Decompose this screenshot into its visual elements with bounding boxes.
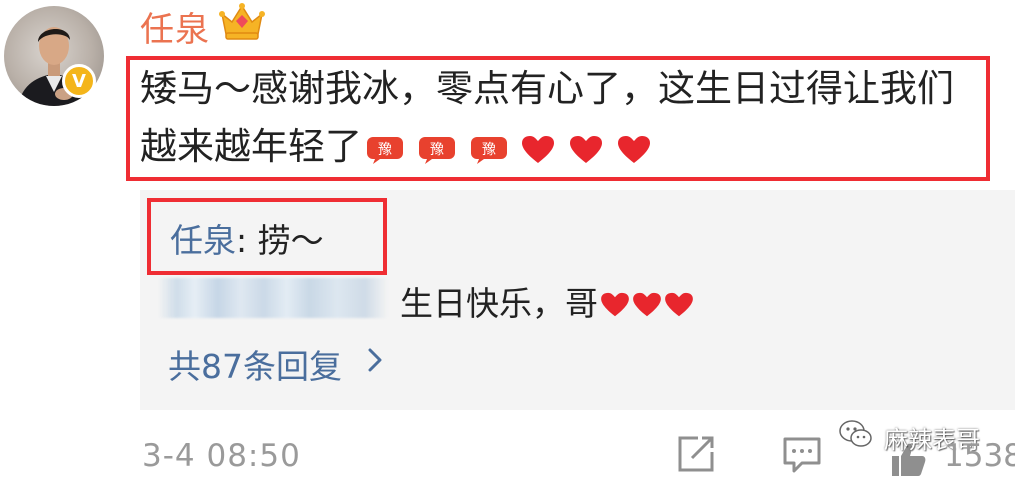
verified-badge-icon: V: [62, 64, 96, 98]
comment-icon[interactable]: [782, 436, 822, 474]
heart-icon: [617, 136, 650, 163]
avatar[interactable]: V: [4, 6, 104, 106]
more-replies-link[interactable]: 共87条回复: [168, 340, 342, 388]
reply-item[interactable]: 任泉: 捞～: [170, 214, 324, 262]
blurred-username: [158, 278, 388, 318]
comment-timestamp: 3-4 08:50: [142, 438, 301, 474]
svg-text:豫: 豫: [482, 142, 496, 158]
doge-emoji-icon: 豫: [367, 137, 403, 164]
heart-icon: [665, 292, 693, 317]
share-icon[interactable]: [676, 434, 716, 474]
crown-icon: [219, 3, 265, 40]
like-count: 1538: [944, 438, 1015, 474]
reply-separator: :: [236, 221, 258, 260]
chevron-right-icon[interactable]: [365, 347, 385, 373]
heart-icon: [633, 292, 661, 317]
svg-text:豫: 豫: [378, 142, 392, 158]
doge-emoji-icon: 豫: [418, 137, 455, 164]
svg-text:豫: 豫: [430, 142, 444, 158]
wechat-logo-icon: [839, 420, 872, 447]
heart-icon: [570, 136, 603, 163]
heart-icon: [601, 292, 629, 317]
reply-text: 生日快乐，哥: [400, 284, 598, 323]
emoji-row: 豫 豫 豫: [366, 120, 653, 178]
reply-item[interactable]: 生日快乐，哥: [400, 277, 696, 325]
comment-username[interactable]: 任泉: [140, 2, 210, 51]
reply-text: 捞～: [257, 221, 324, 260]
doge-emoji-icon: 豫: [470, 137, 507, 164]
reply-username[interactable]: 任泉: [170, 221, 236, 260]
heart-icon: [522, 136, 555, 163]
comment-body: 矮马～感谢我冰，零点有心了，这生日过得让我们越来越年轻了 豫 豫 豫: [140, 60, 990, 178]
